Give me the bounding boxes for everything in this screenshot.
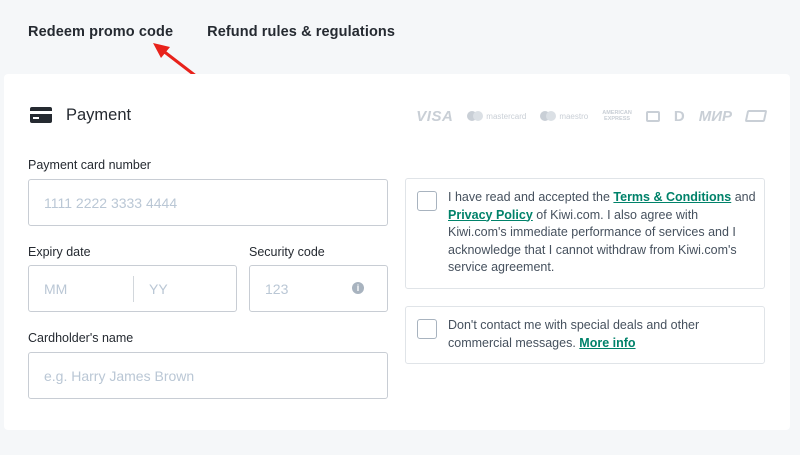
- marketing-consent-box: Don't contact me with special deals and …: [405, 306, 765, 364]
- more-info-link[interactable]: More info: [579, 336, 635, 350]
- visa-logo: VISA: [416, 107, 454, 125]
- expiry-date-label: Expiry date: [28, 245, 91, 259]
- expiry-year-placeholder: YY: [149, 280, 168, 297]
- payment-title: Payment: [66, 105, 132, 124]
- jcb-logo-icon: [645, 110, 660, 122]
- cardholder-name-label: Cardholder's name: [28, 331, 134, 345]
- mastercard-label: mastercard: [486, 111, 527, 121]
- terms-text-1: I have read and accepted the: [448, 190, 614, 204]
- refund-rules-link[interactable]: Refund rules & regulations: [207, 24, 395, 44]
- marketing-text-1: Don't contact me with special deals and …: [448, 318, 700, 350]
- card-number-input[interactable]: 1111 2222 3333 4444: [28, 179, 388, 226]
- card-number-placeholder: 1111 2222 3333 4444: [44, 194, 178, 211]
- terms-text-2: and: [731, 190, 756, 204]
- terms-consent-box: I have read and accepted the Terms & Con…: [405, 178, 765, 289]
- security-code-input[interactable]: 123 i: [249, 265, 388, 312]
- maestro-logo: maestro: [540, 111, 588, 121]
- terms-consent-text: I have read and accepted the Terms & Con…: [448, 189, 758, 277]
- security-code-placeholder: 123: [265, 280, 289, 297]
- terms-conditions-link[interactable]: Terms & Conditions: [613, 190, 731, 204]
- payment-card: Payment VISA mastercard maestro AMERICAN…: [4, 74, 790, 430]
- security-code-label: Security code: [249, 245, 325, 259]
- mastercard-circles-icon: [467, 111, 484, 121]
- info-icon[interactable]: i: [352, 282, 364, 294]
- expiry-month-placeholder: MM: [44, 280, 68, 297]
- credit-card-icon: [30, 107, 52, 123]
- payment-header: Payment: [30, 104, 131, 126]
- privacy-policy-link[interactable]: Privacy Policy: [448, 208, 533, 222]
- expiry-divider: [133, 276, 134, 302]
- marketing-checkbox[interactable]: [417, 319, 437, 339]
- accepted-cards: VISA mastercard maestro AMERICAN EXPRESS…: [416, 106, 768, 126]
- cardholder-name-placeholder: e.g. Harry James Brown: [44, 367, 195, 384]
- card-number-label: Payment card number: [28, 158, 151, 172]
- marketing-consent-text: Don't contact me with special deals and …: [448, 317, 758, 352]
- amex-line2: EXPRESS: [604, 116, 631, 122]
- amex-logo: AMERICAN EXPRESS: [602, 110, 632, 122]
- redeem-promo-code-link[interactable]: Redeem promo code: [28, 24, 173, 44]
- top-links: Redeem promo code Refund rules & regulat…: [28, 24, 395, 44]
- mastercard-logo: mastercard: [467, 111, 526, 121]
- generic-card-logo-icon: [744, 110, 768, 122]
- terms-checkbox[interactable]: [417, 191, 437, 211]
- maestro-label: maestro: [559, 111, 589, 121]
- diners-club-logo-icon: D: [673, 107, 685, 125]
- maestro-circles-icon: [540, 111, 557, 121]
- mir-logo: МИР: [698, 107, 732, 125]
- expiry-date-input[interactable]: MM YY: [28, 265, 237, 312]
- cardholder-name-input[interactable]: e.g. Harry James Brown: [28, 352, 388, 399]
